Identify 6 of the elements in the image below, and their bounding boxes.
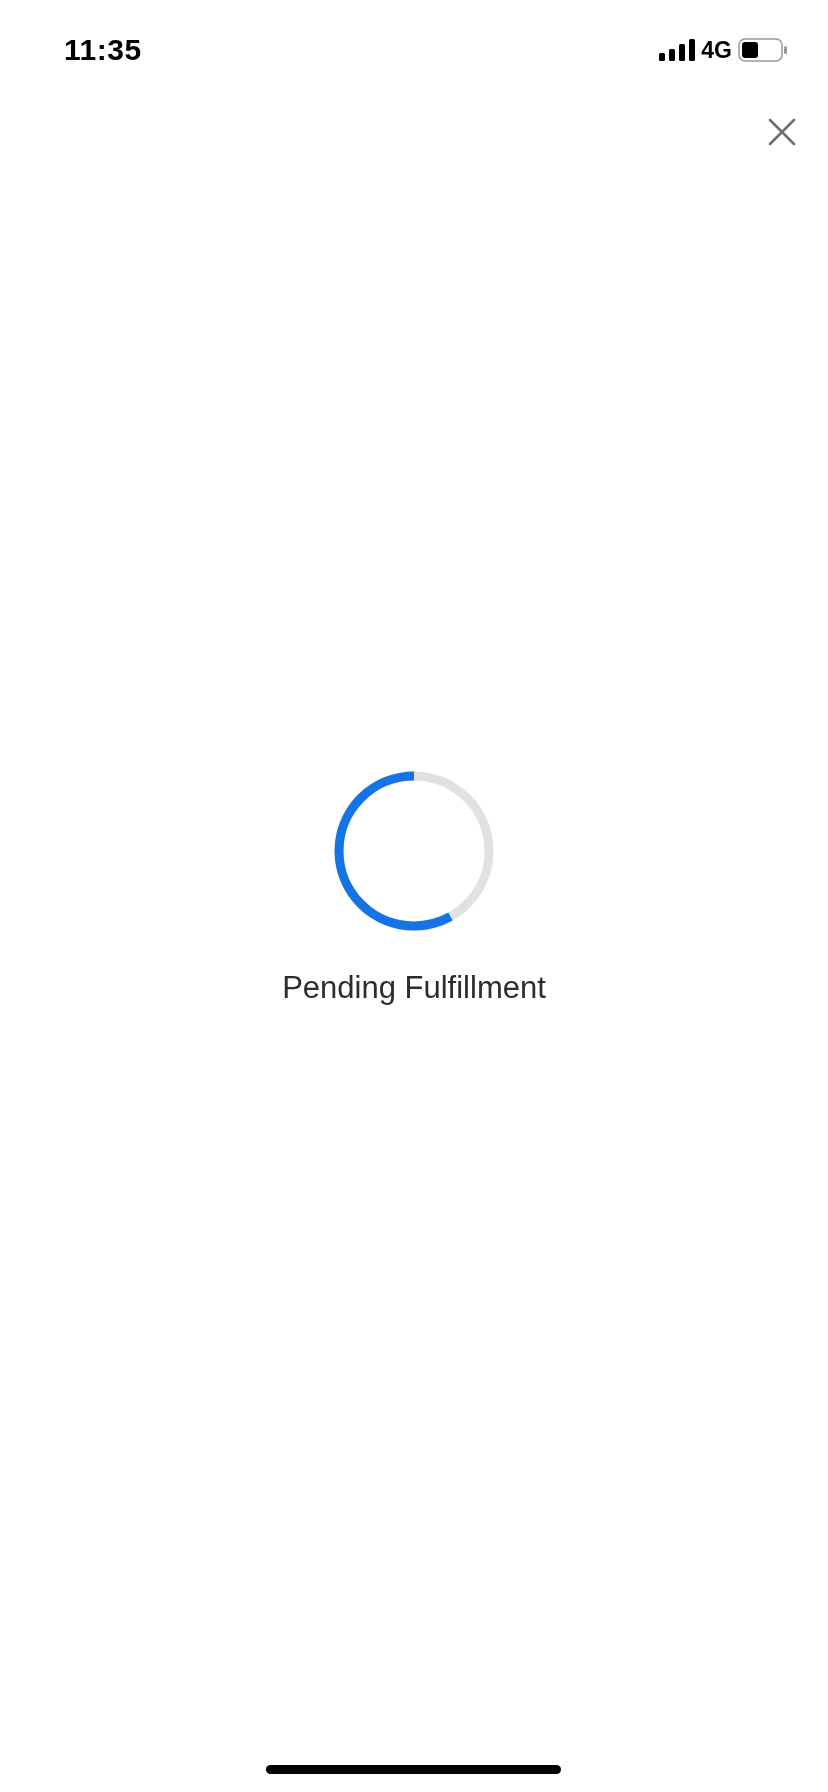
status-label: Pending Fulfillment	[282, 970, 546, 1006]
status-time: 11:35	[64, 33, 142, 67]
signal-icon	[659, 39, 696, 61]
battery-icon	[738, 38, 788, 62]
close-icon	[768, 118, 796, 146]
network-label: 4G	[701, 36, 732, 64]
